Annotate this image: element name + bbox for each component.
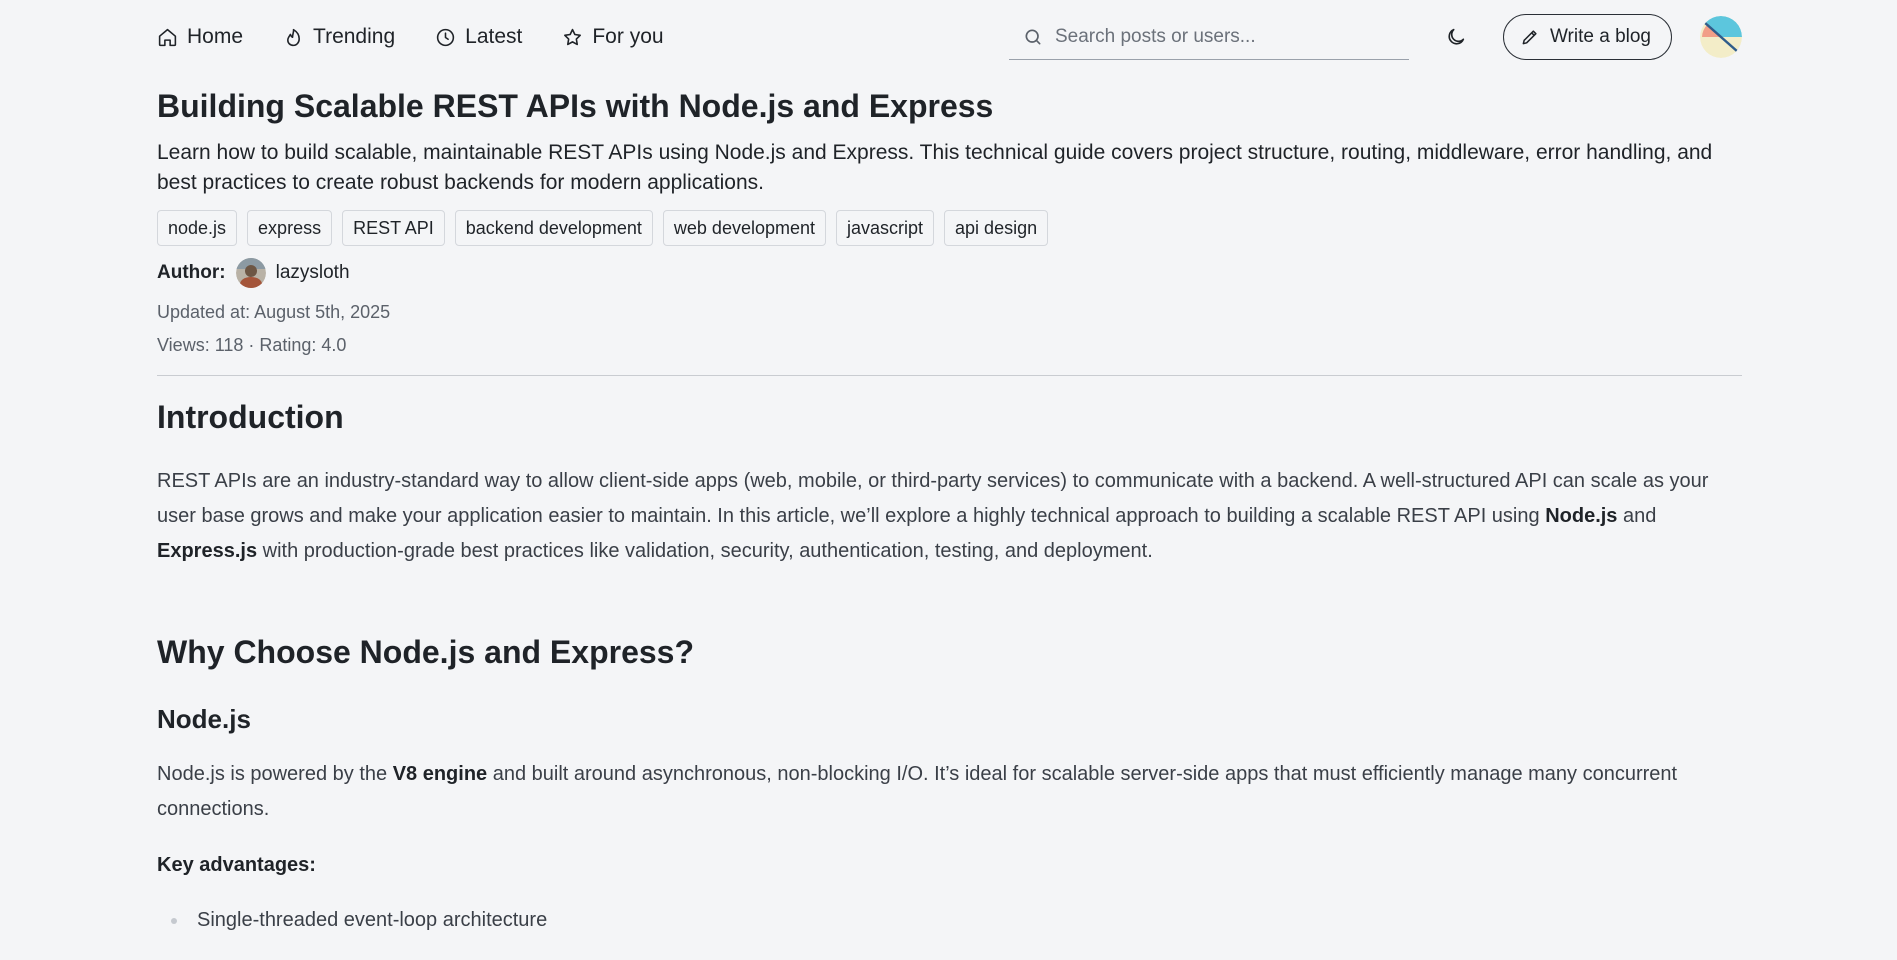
intro-text-3: with production-grade best practices lik… — [257, 540, 1153, 562]
list-item: Single-threaded event-loop architecture — [157, 905, 1742, 935]
nodejs-bold-v8: V8 engine — [392, 763, 488, 785]
nav-links: Home Trending Latest For you — [157, 25, 664, 49]
nav-home[interactable]: Home — [157, 25, 243, 49]
theme-toggle-button[interactable] — [1439, 20, 1473, 54]
nav-latest-label: Latest — [465, 25, 523, 48]
user-avatar-image — [1700, 16, 1742, 58]
section-heading-why: Why Choose Node.js and Express? — [157, 634, 694, 670]
tag-item[interactable]: express — [247, 210, 333, 246]
tag-item[interactable]: api design — [944, 210, 1049, 246]
article: Building Scalable REST APIs with Node.js… — [157, 84, 1742, 935]
flame-icon — [287, 28, 301, 46]
section-heading-introduction: Introduction — [157, 399, 344, 435]
nav-for-you-label: For you — [592, 25, 664, 48]
moon-icon — [1448, 28, 1465, 45]
intro-text-1: REST APIs are an industry-standard way t… — [157, 470, 1709, 527]
tag-item[interactable]: backend development — [454, 210, 653, 246]
tag-item[interactable]: javascript — [836, 210, 935, 246]
author-row: Author: lazysloth — [157, 258, 1742, 288]
tag-item[interactable]: REST API — [342, 210, 445, 246]
search-input[interactable] — [1054, 25, 1375, 48]
nodejs-text-1: Node.js is powered by the — [157, 763, 393, 785]
home-icon — [158, 28, 177, 46]
author-label: Author: — [157, 262, 226, 283]
tag-item[interactable]: web development — [662, 210, 826, 246]
search-box[interactable] — [1008, 14, 1409, 60]
intro-paragraph: REST APIs are an industry-standard way t… — [157, 464, 1717, 569]
nav-trending-label: Trending — [313, 25, 396, 48]
nav-home-label: Home — [187, 25, 244, 48]
advantages-list: Single-threaded event-loop architecture — [157, 905, 1742, 935]
nav-trending[interactable]: Trending — [283, 25, 395, 49]
nodejs-paragraph: Node.js is powered by the V8 engine and … — [157, 757, 1717, 827]
search-icon — [1025, 29, 1041, 45]
tag-list: node.js express REST API backend develop… — [157, 210, 1742, 246]
divider — [157, 375, 1742, 376]
pencil-icon — [1522, 30, 1537, 45]
article-title: Building Scalable REST APIs with Node.js… — [157, 88, 994, 124]
write-blog-button[interactable]: Write a blog — [1502, 14, 1672, 60]
nav-right: Write a blog — [1008, 14, 1742, 60]
top-nav: Home Trending Latest For you Search post… — [157, 0, 1742, 74]
clock-icon — [436, 28, 455, 46]
intro-bold-expressjs: Express.js — [157, 540, 258, 562]
subheading-nodejs: Node.js — [157, 704, 251, 734]
write-blog-label: Write a blog — [1549, 26, 1651, 47]
intro-bold-nodejs: Node.js — [1545, 505, 1618, 527]
article-summary: Learn how to build scalable, maintainabl… — [157, 141, 1713, 194]
key-advantages-label: Key advantages: — [157, 854, 316, 876]
nav-latest[interactable]: Latest — [435, 25, 522, 49]
nav-for-you[interactable]: For you — [562, 25, 664, 49]
article-stats: Views: 118 · Rating: 4.0 — [157, 335, 347, 355]
author-name[interactable]: lazysloth — [276, 262, 350, 284]
tag-item[interactable]: node.js — [157, 210, 238, 246]
star-icon — [564, 28, 582, 45]
updated-date: Updated at: August 5th, 2025 — [157, 302, 391, 322]
author-avatar[interactable] — [235, 258, 266, 288]
page: Home Trending Latest For you Search post… — [0, 0, 1897, 960]
author-avatar-image — [235, 258, 266, 288]
user-avatar[interactable] — [1700, 16, 1742, 58]
intro-text-2: and — [1617, 505, 1657, 527]
